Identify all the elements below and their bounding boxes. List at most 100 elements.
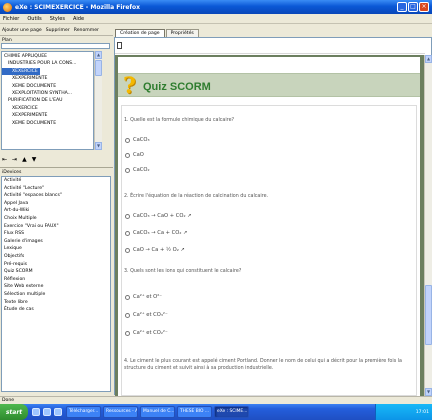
- mail-icon[interactable]: [54, 408, 62, 416]
- idevice-item[interactable]: Sélection multiple: [2, 291, 110, 299]
- idevice-item[interactable]: Appel Java: [2, 200, 110, 208]
- taskbar-button[interactable]: THESE BIO ...: [177, 406, 212, 418]
- radio-button[interactable]: [125, 137, 130, 143]
- start-button[interactable]: start: [0, 404, 28, 420]
- tab-page-authoring[interactable]: Création de page: [115, 29, 165, 37]
- radio-button[interactable]: [125, 247, 130, 253]
- tree-node[interactable]: XEME DOCUMENTE: [2, 120, 58, 127]
- scroll-thumb[interactable]: [425, 285, 432, 345]
- tab-properties[interactable]: Propriétés: [165, 29, 199, 37]
- clock: 17:01: [415, 409, 429, 415]
- outline-tree: CHIMIE APPLIQUEE INDUSTRIES POUR LA CONS.…: [1, 51, 94, 150]
- editor-header: [115, 38, 425, 54]
- maximize-button[interactable]: □: [408, 2, 418, 12]
- taskbar-button[interactable]: eXe : SCIME...: [214, 406, 249, 418]
- rename-button[interactable]: Renommer: [74, 28, 99, 33]
- browser-icon[interactable]: [43, 408, 51, 416]
- idevice-item[interactable]: Galerie d'images: [2, 238, 110, 246]
- answer-option[interactable]: Ca²⁺ et CO₃²⁻: [125, 312, 168, 318]
- idevice-item[interactable]: Quiz SCORM: [2, 268, 110, 276]
- radio-button[interactable]: [125, 213, 130, 219]
- tree-node[interactable]: PURIFICATION DE L'EAU: [2, 97, 64, 104]
- scroll-down-arrow[interactable]: ▼: [95, 142, 102, 150]
- scroll-down-arrow[interactable]: ▼: [425, 388, 432, 396]
- scroll-up-arrow[interactable]: ▲: [95, 51, 102, 59]
- option-label: CaCO₃ → CaO + CO₂ ↗: [133, 213, 192, 219]
- idevice-list: Activité Activité "Lecture" Activité "espa…: [1, 176, 111, 392]
- status-bar: Done: [0, 396, 432, 404]
- minimize-button[interactable]: _: [397, 2, 407, 12]
- radio-button[interactable]: [125, 312, 130, 318]
- app-window: eXe : SCIMEXERCICE - Mozilla Firefox _ □…: [0, 0, 432, 420]
- idevice-item[interactable]: Texte libre: [2, 299, 110, 307]
- scroll-thumb[interactable]: [95, 60, 102, 76]
- menu-tools[interactable]: Outils: [27, 16, 41, 22]
- tree-node[interactable]: XEME DOCUMENTE: [2, 83, 58, 90]
- taskbar-button[interactable]: Ressources - A...: [103, 406, 138, 418]
- radio-button[interactable]: [125, 152, 130, 158]
- demote-icon[interactable]: ⇥: [12, 156, 17, 163]
- scroll-up-arrow[interactable]: ▲: [425, 55, 432, 63]
- promote-icon[interactable]: ⇤: [2, 156, 7, 163]
- desktop-icon[interactable]: [32, 408, 40, 416]
- idevice-item[interactable]: Exercice "Vrai ou FAUX": [2, 223, 110, 231]
- system-tray: 17:01: [375, 404, 432, 420]
- close-button[interactable]: ×: [419, 2, 429, 12]
- panel-divider[interactable]: [0, 167, 113, 168]
- add-page-button[interactable]: Ajouter une page: [2, 28, 42, 33]
- idevice-item[interactable]: Pré-requis: [2, 261, 110, 269]
- idevice-item[interactable]: Réflexion: [2, 276, 110, 284]
- tree-node[interactable]: XEXERCICE: [2, 67, 40, 75]
- tree-node[interactable]: XEXPERIMENTE: [2, 112, 49, 119]
- editor-scrollbar[interactable]: ▲ ▼: [424, 55, 432, 396]
- quiz-title: Quiz SCORM: [143, 81, 211, 93]
- option-label: Ca²⁺ et O²⁻: [133, 294, 163, 300]
- idevice-item[interactable]: Art-du-Wiki: [2, 207, 110, 215]
- answer-option[interactable]: CaO → Ca + ½ O₂ ↗: [125, 247, 185, 253]
- tree-node[interactable]: XEXPERIMENTE: [2, 75, 49, 82]
- radio-button[interactable]: [125, 230, 130, 236]
- taskbar-button[interactable]: Manuel de C...: [140, 406, 175, 418]
- radio-button[interactable]: [125, 294, 130, 300]
- quiz-header: ? Quiz SCORM: [118, 73, 420, 99]
- tree-node[interactable]: XEXPLOITATION SYNTHA...: [2, 90, 74, 97]
- answer-option[interactable]: CaCO₃ → CaO + CO₂ ↗: [125, 213, 192, 219]
- outline-toolbar: Ajouter une page Supprimer Renommer: [0, 25, 113, 36]
- menu-help[interactable]: Aide: [73, 16, 84, 22]
- tree-node[interactable]: CHIMIE APPLIQUEE: [2, 53, 49, 60]
- idevice-item[interactable]: Activité "espaces blancs": [2, 192, 110, 200]
- idevice-item[interactable]: Activité "Lecture": [2, 185, 110, 193]
- menu-styles[interactable]: Styles: [50, 16, 65, 22]
- tree-node[interactable]: XEXERCICE: [2, 105, 40, 112]
- menu-bar: Fichier Outils Styles Aide: [0, 14, 432, 24]
- idevice-item[interactable]: Lexique: [2, 245, 110, 253]
- move-down-icon[interactable]: ▼: [32, 156, 37, 163]
- idevice-item[interactable]: Choix Multiple: [2, 215, 110, 223]
- delete-button[interactable]: Supprimer: [46, 28, 70, 33]
- idevice-item[interactable]: Étude de cas: [2, 306, 110, 314]
- answer-option[interactable]: CaCO₃ → Ca + CO₂ ↗: [125, 230, 187, 236]
- idevice-item[interactable]: Site Web externe: [2, 283, 110, 291]
- question-text: 1. Quelle est la formule chimique du cal…: [124, 118, 235, 123]
- idevice-item[interactable]: Flux RSS: [2, 230, 110, 238]
- taskbar-button[interactable]: Télécharger...: [66, 406, 101, 418]
- option-label: CaCO₂: [133, 167, 150, 173]
- answer-option[interactable]: Ca²⁺ et CO₂²⁻: [125, 330, 168, 336]
- answer-option[interactable]: CaCO₂: [125, 167, 150, 173]
- idevice-item[interactable]: Objectifs: [2, 253, 110, 261]
- answer-option[interactable]: CaCO₃: [125, 137, 150, 143]
- option-label: Ca²⁺ et CO₃²⁻: [133, 312, 168, 318]
- tree-node[interactable]: INDUSTRIES POUR LA CONS...: [2, 60, 78, 67]
- radio-button[interactable]: [125, 330, 130, 336]
- radio-button[interactable]: [125, 167, 130, 173]
- option-label: CaO: [133, 152, 144, 158]
- quiz-page: ? Quiz SCORM 1. Quelle est la formule ch…: [118, 57, 420, 396]
- menu-file[interactable]: Fichier: [3, 16, 19, 22]
- question-text: 4. Le ciment le plus courant est appelé …: [124, 359, 402, 371]
- move-up-icon[interactable]: ▲: [22, 156, 27, 163]
- answer-option[interactable]: Ca²⁺ et O²⁻: [125, 294, 162, 300]
- idevice-item[interactable]: Activité: [2, 177, 110, 185]
- move-node-bar: ⇤ ⇥ ▲ ▼: [2, 156, 36, 163]
- outline-scrollbar[interactable]: ▲ ▼: [94, 51, 102, 150]
- answer-option[interactable]: CaO: [125, 152, 144, 158]
